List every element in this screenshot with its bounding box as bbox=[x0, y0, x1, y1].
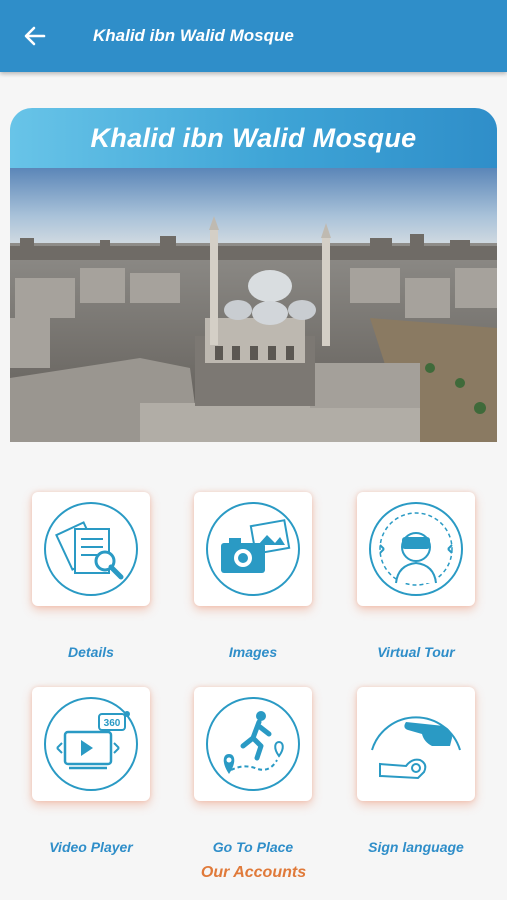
page-title: Khalid ibn Walid Mosque bbox=[93, 26, 294, 45]
app-bar: Khalid ibn Walid Mosque bbox=[0, 0, 507, 72]
sign-language-label[interactable]: Sign language bbox=[346, 839, 486, 855]
sign-language-tile[interactable] bbox=[357, 687, 475, 801]
our-accounts-link[interactable]: Our Accounts bbox=[0, 864, 507, 882]
vr-headset-icon bbox=[369, 502, 463, 596]
virtual-tour-tile[interactable] bbox=[357, 492, 475, 606]
images-tile[interactable] bbox=[194, 492, 312, 606]
go-to-place-label[interactable]: Go To Place bbox=[183, 839, 323, 855]
video-player-tile[interactable]: 360 bbox=[32, 687, 150, 801]
arrow-left-icon bbox=[24, 26, 46, 46]
sign-language-icon bbox=[371, 716, 461, 780]
card-header: Khalid ibn Walid Mosque bbox=[10, 108, 497, 168]
video-player-label[interactable]: Video Player bbox=[21, 839, 161, 855]
images-label[interactable]: Images bbox=[183, 644, 323, 660]
walking-route-icon bbox=[206, 697, 300, 791]
back-button[interactable] bbox=[0, 0, 70, 72]
card-title: Khalid ibn Walid Mosque bbox=[90, 122, 417, 153]
details-tile[interactable] bbox=[32, 492, 150, 606]
virtual-tour-label[interactable]: Virtual Tour bbox=[346, 644, 486, 660]
details-label[interactable]: Details bbox=[21, 644, 161, 660]
mosque-card: Khalid ibn Walid Mosque bbox=[10, 108, 497, 442]
mosque-photo bbox=[10, 168, 497, 442]
document-search-icon bbox=[44, 502, 138, 596]
camera-icon bbox=[206, 502, 300, 596]
go-to-place-tile[interactable] bbox=[194, 687, 312, 801]
video-360-icon: 360 bbox=[44, 697, 138, 791]
svg-text:360: 360 bbox=[104, 718, 121, 729]
